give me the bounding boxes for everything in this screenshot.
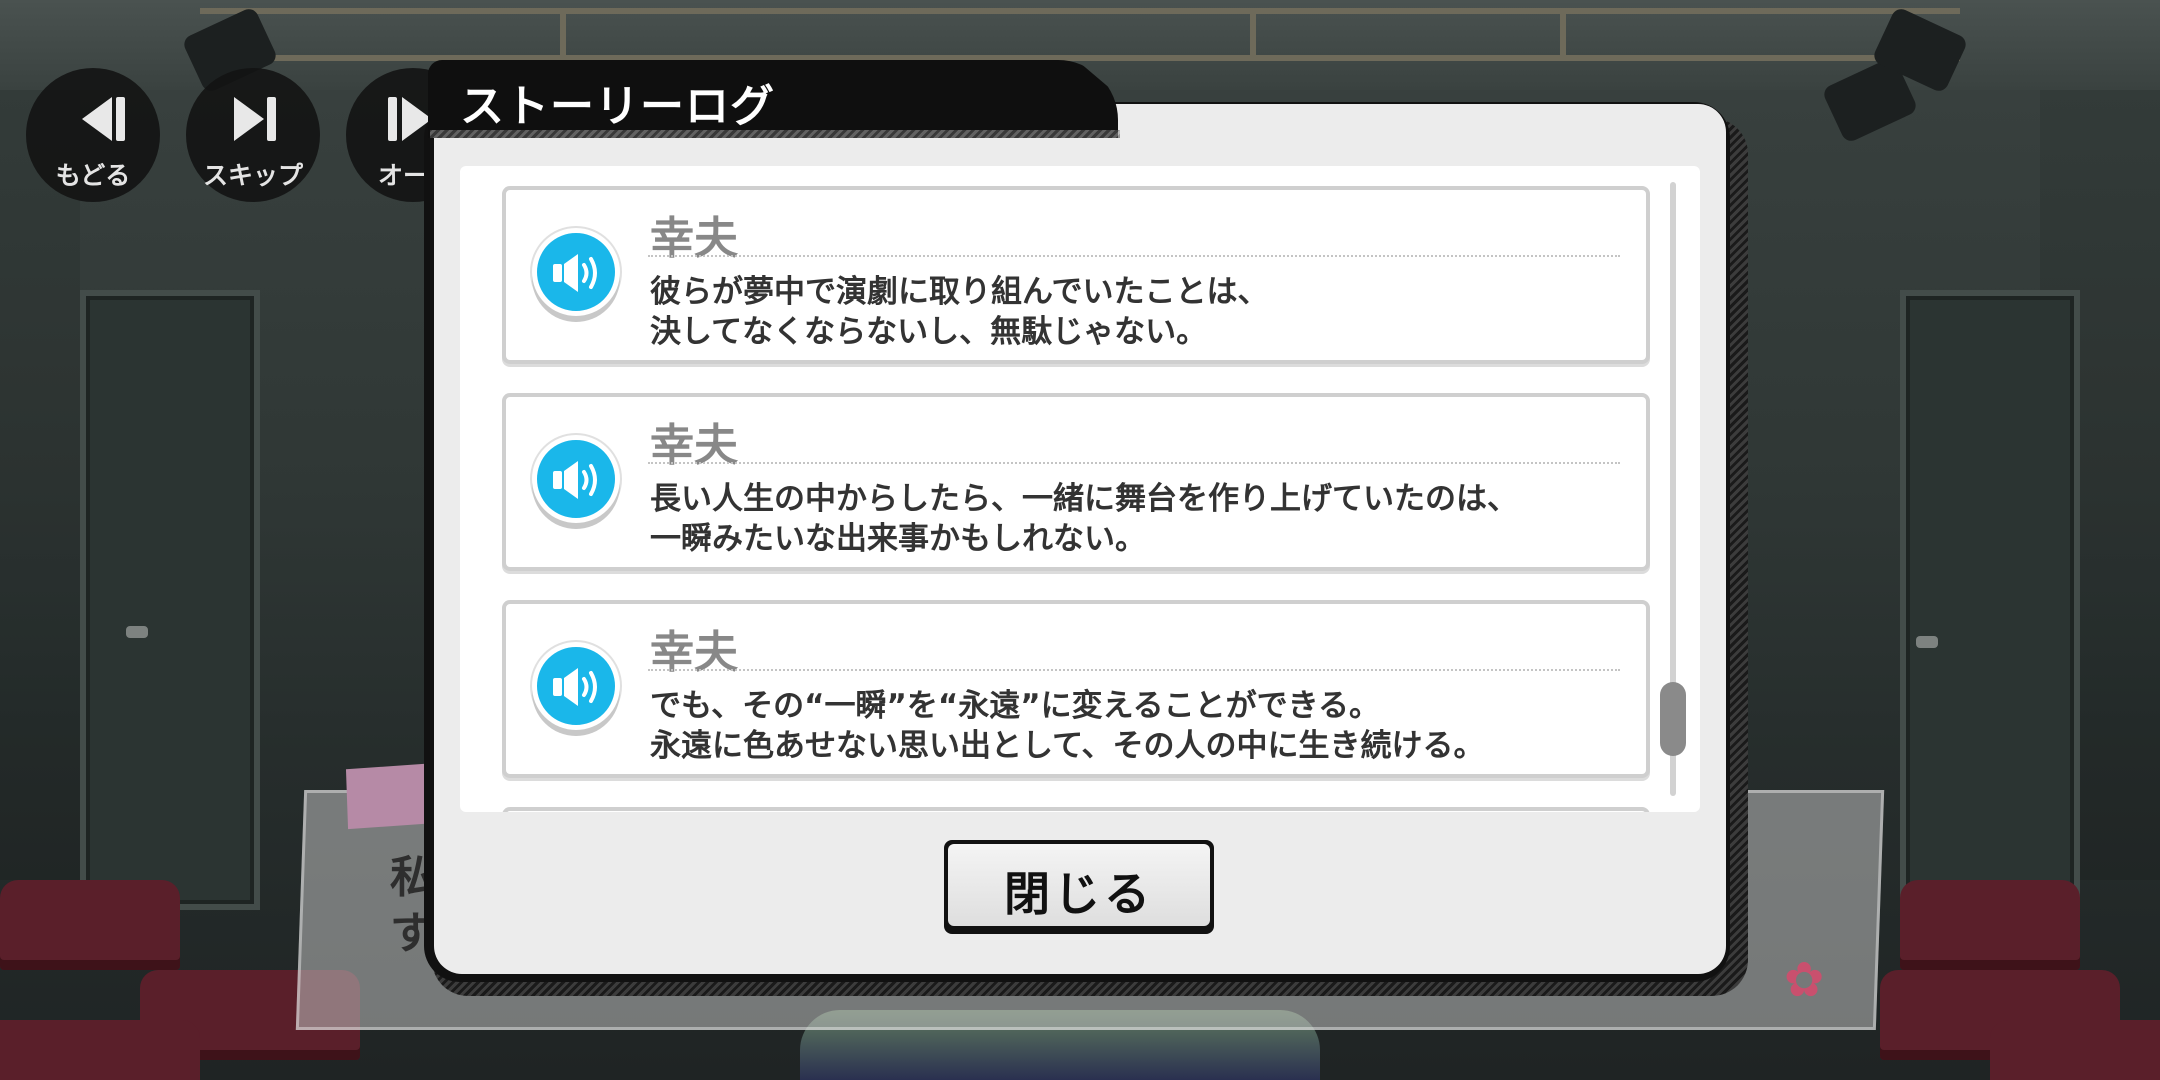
close-button[interactable]: 閉じる xyxy=(944,840,1214,934)
back-label: もどる xyxy=(55,161,131,190)
wall-panel xyxy=(0,90,80,880)
ceiling-truss xyxy=(200,8,1960,14)
dotted-divider xyxy=(648,669,1620,671)
log-entry-partial xyxy=(502,807,1650,812)
truss-post xyxy=(560,8,566,61)
speaker-icon xyxy=(553,254,597,292)
rewind-icon xyxy=(26,94,160,144)
close-label: 閉じる xyxy=(1004,867,1154,921)
log-list[interactable]: 幸夫 彼らが夢中で演劇に取り組んでいたことは、 決してなくならないし、無駄じゃな… xyxy=(460,166,1700,812)
dialogue-line: 一瞬みたいな出来事かもしれない。 xyxy=(650,521,1146,557)
dotted-divider xyxy=(648,255,1620,257)
voice-play-button[interactable] xyxy=(532,435,620,523)
truss-post xyxy=(1560,8,1566,61)
skip-button[interactable]: スキップ xyxy=(186,68,320,202)
dialogue-line: 永遠に色あせない思い出として、その人の中に生き続ける。 xyxy=(650,728,1485,764)
voice-play-button[interactable] xyxy=(532,642,620,730)
dialogue-line: 彼らが夢中で演劇に取り組んでいたことは、 xyxy=(650,274,1269,310)
sakura-icon: ✿ xyxy=(1784,952,1825,1008)
scrollbar-thumb[interactable] xyxy=(1660,682,1686,756)
voice-play-button[interactable] xyxy=(532,228,620,316)
skip-label: スキップ xyxy=(202,161,303,190)
dialogue-line: 決してなくならないし、無駄じゃない。 xyxy=(650,314,1208,350)
speaker-icon xyxy=(553,461,597,499)
log-entry: 幸夫 でも、その“一瞬”を“永遠”に変えることができる。 永遠に色あせない思い出… xyxy=(502,600,1650,778)
right-door xyxy=(1900,290,2080,910)
close-button-face: 閉じる xyxy=(948,844,1210,926)
truss-post xyxy=(1250,8,1256,61)
speaker-icon xyxy=(553,668,597,706)
dotted-divider xyxy=(648,462,1620,464)
door-knob xyxy=(126,626,148,638)
skip-forward-icon xyxy=(186,94,320,144)
dialogue-line: 長い人生の中からしたら、一緒に舞台を作り上げていたのは、 xyxy=(650,481,1518,517)
log-entry: 幸夫 彼らが夢中で演劇に取り組んでいたことは、 決してなくならないし、無駄じゃな… xyxy=(502,186,1650,364)
seat xyxy=(0,880,180,970)
back-button[interactable]: もどる xyxy=(26,68,160,202)
seat xyxy=(1990,1020,2160,1080)
dialogue-line: でも、その“一瞬”を“永遠”に変えることができる。 xyxy=(650,688,1381,724)
dialog-title: ストーリーログ xyxy=(460,81,775,132)
left-door xyxy=(80,290,260,910)
seat xyxy=(1900,880,2080,970)
door-knob xyxy=(1916,636,1938,648)
seat xyxy=(0,1020,200,1080)
log-entry: 幸夫 長い人生の中からしたら、一緒に舞台を作り上げていたのは、 一瞬みたいな出来… xyxy=(502,393,1650,571)
